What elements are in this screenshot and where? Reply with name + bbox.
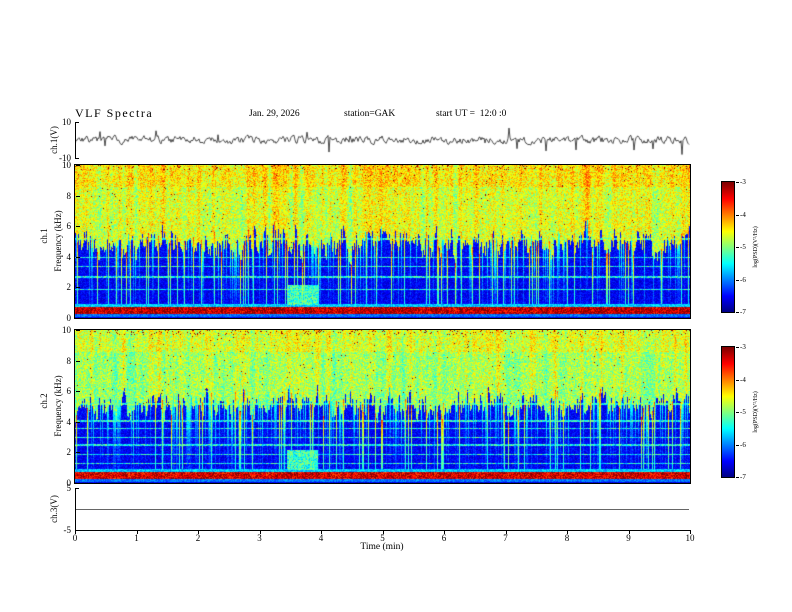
ch2-spectrogram-tick-mark — [76, 452, 80, 454]
colorbar-tick-label: -6 — [740, 275, 746, 284]
ch2-spectrogram-tick-label: 8 — [66, 355, 72, 366]
ch2-spectrogram-tick-mark — [76, 483, 80, 484]
ch3-tick-mark — [75, 488, 79, 489]
time-tick-label: 3 — [257, 533, 262, 543]
colorbar-tick-mark — [736, 379, 739, 381]
ch1-spectrogram-tick-label: 0 — [66, 313, 72, 323]
colorbar-tick-mark — [736, 347, 739, 348]
date-label: Jan. 29, 2026 — [249, 109, 300, 119]
ch1-waveform-ylabel: ch.1(V) — [49, 126, 59, 154]
time-tick-label: 2 — [195, 533, 201, 543]
colorbar-tick-mark — [736, 279, 739, 281]
ch3-ylabel: ch.3(V) — [49, 495, 59, 523]
ch2-spectrogram-tick-label: 4 — [66, 416, 72, 427]
time-tick-label: 5 — [380, 533, 385, 543]
time-tick-label: 1 — [134, 533, 139, 543]
colorbar-tick-mark — [736, 444, 739, 446]
colorbar-tick-label: -4 — [740, 210, 746, 219]
colorbar-tick-mark — [736, 412, 739, 413]
ch1-spectrogram-tick-label: 6 — [66, 221, 72, 232]
ch3-tick-mark — [75, 530, 79, 531]
colorbar-tick-label: -3 — [740, 343, 746, 351]
ch1-spectrogram-tick-mark — [76, 165, 80, 166]
colorbar-tick-mark — [736, 182, 739, 183]
time-tick-label: 6 — [441, 533, 447, 543]
time-tick-label: 10 — [685, 533, 695, 543]
colorbar-tick-mark — [736, 477, 739, 478]
ch1-spectrogram-tick-label: 4 — [66, 251, 72, 262]
ch2-frequency-ylabel: Frequency (kHz) — [53, 375, 63, 437]
ch1-spectrogram-tick-label: 8 — [66, 190, 72, 201]
time-tick-label: 9 — [626, 533, 631, 543]
ch2-spectrogram-tick-label: 10 — [62, 325, 71, 335]
station-label: station=GAK — [344, 109, 396, 119]
colorbar-tick-mark — [736, 312, 739, 313]
ch1-waveform-canvas — [75, 122, 690, 158]
ch1-spectrogram-tick-mark — [76, 318, 80, 319]
vlf-spectra-figure: VLF Spectra Jan. 29, 2026 station=GAK st… — [0, 0, 792, 612]
time-axis-label: Time (min) — [360, 542, 404, 552]
time-tick-label: 4 — [318, 533, 324, 543]
time-tick-label: 8 — [564, 533, 570, 543]
colorbar-tick-label: -5 — [740, 408, 746, 416]
colorbar-tick-label: -4 — [740, 375, 746, 384]
ch2-channel-label: ch.2 — [39, 393, 49, 409]
ch1-frequency-ylabel: Frequency (kHz) — [53, 210, 63, 272]
ch2-spectrogram-canvas — [75, 330, 690, 483]
ch2-spectrogram-tick-mark — [76, 421, 80, 423]
colorbar-tick-label: -7 — [740, 473, 746, 481]
ch2-spectrogram-tick-mark — [76, 391, 80, 393]
colorbar-ch1-canvas — [722, 182, 734, 312]
colorbar-ch1 — [721, 181, 735, 313]
ch1-spectrogram-tick-label: 10 — [62, 160, 71, 170]
colorbar-tick-label: -5 — [740, 243, 746, 251]
ch1-waveform-tick-mark — [75, 158, 79, 159]
ch1-spectrogram-panel — [74, 164, 691, 319]
ch2-spectrogram-panel — [74, 329, 691, 484]
start-ut-label: start UT = 12:0 :0 — [436, 109, 507, 119]
ch1-spectrogram-tick-label: 2 — [66, 282, 72, 293]
ch3-tick-label: -5 — [63, 525, 72, 535]
ch1-spectrogram-tick-mark — [76, 226, 80, 228]
ch1-waveform-tick-label: 10 — [62, 117, 71, 127]
ch3-tick-label: 5 — [66, 483, 72, 493]
ch1-waveform-panel — [75, 122, 690, 158]
ch1-spectrogram-tick-mark — [76, 287, 80, 289]
colorbar-tick-label: -7 — [740, 308, 746, 316]
colorbar-ch2-label: log(PSD)(V²/Hz) — [753, 391, 759, 433]
ch1-waveform-yaxis — [75, 122, 76, 158]
time-tick-label: 7 — [503, 533, 508, 543]
colorbar-ch2 — [721, 346, 735, 478]
colorbar-ch2-canvas — [722, 347, 734, 477]
colorbar-ch1-label: log(PSD)(V²/Hz) — [753, 226, 759, 268]
ch1-waveform-tick-mark — [75, 122, 79, 123]
ch3-data-line — [76, 509, 689, 510]
ch1-channel-label: ch.1 — [39, 228, 49, 244]
colorbar-tick-mark — [736, 247, 739, 248]
ch1-spectrogram-canvas — [75, 165, 690, 318]
colorbar-tick-mark — [736, 214, 739, 216]
plot-title: VLF Spectra — [75, 106, 154, 120]
ch2-spectrogram-tick-label: 6 — [66, 386, 72, 397]
ch2-spectrogram-tick-label: 2 — [66, 447, 72, 458]
colorbar-tick-label: -6 — [740, 440, 746, 449]
ch2-spectrogram-tick-mark — [76, 330, 80, 331]
ch1-spectrogram-tick-mark — [76, 256, 80, 258]
ch1-spectrogram-tick-mark — [76, 195, 80, 197]
ch2-spectrogram-tick-mark — [76, 360, 80, 362]
colorbar-tick-label: -3 — [740, 178, 746, 186]
time-tick-label: 0 — [72, 533, 78, 543]
